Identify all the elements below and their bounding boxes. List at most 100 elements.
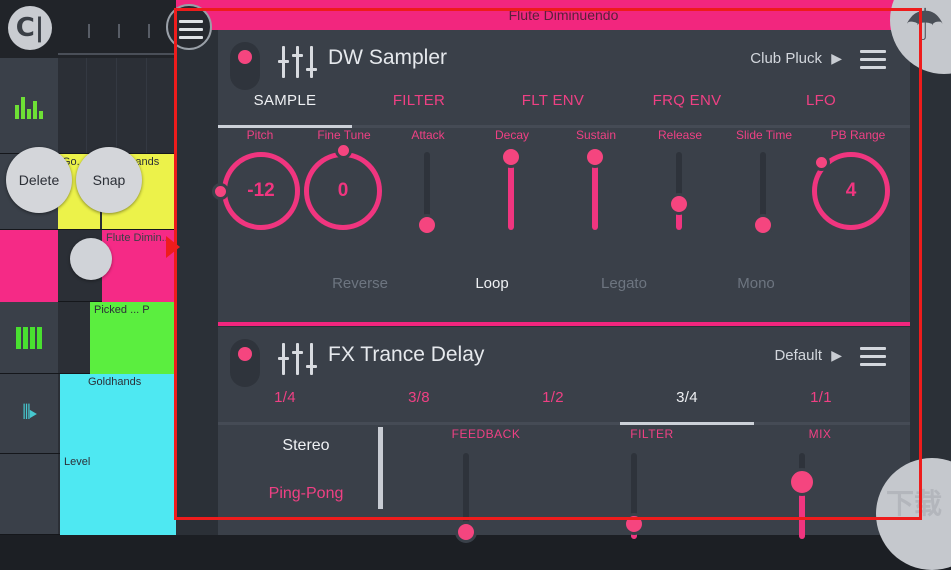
param-label-attack: Attack xyxy=(411,128,445,142)
audio-wave-icon: ⦀▸ xyxy=(22,402,38,424)
timeline-ruler[interactable] xyxy=(58,0,176,58)
fx-label-mix: MIX xyxy=(808,427,832,441)
fx-label-feedback: FEEDBACK xyxy=(451,427,521,441)
track-header[interactable] xyxy=(0,58,58,153)
delete-button[interactable]: Delete xyxy=(6,147,72,213)
page-title: Flute Diminuendo xyxy=(508,7,619,23)
knob-pb-range[interactable]: 4 xyxy=(812,152,890,230)
playlist-track[interactable]: Picked ... P xyxy=(0,302,176,374)
tab-flt-env[interactable]: FLT ENV xyxy=(486,92,620,109)
power-led-icon[interactable] xyxy=(230,339,260,387)
plugin-title: FX Trance Delay xyxy=(328,343,485,366)
tab-delay-1-2[interactable]: 1/2 xyxy=(486,389,620,406)
slider-mix[interactable] xyxy=(788,453,816,539)
sampler-tabs: SAMPLE FILTER FLT ENV FRQ ENV LFO xyxy=(218,92,910,128)
param-label-pitch: Pitch xyxy=(246,128,274,142)
slider-handle xyxy=(500,146,522,168)
param-label-sustain: Sustain xyxy=(575,128,617,142)
playlist-track[interactable] xyxy=(0,58,176,154)
slider-feedback[interactable] xyxy=(455,453,477,543)
slider-attack[interactable] xyxy=(416,152,438,236)
plugin-area: Flute Diminuendo DW Sampler Club Pluck ▶… xyxy=(176,0,951,543)
playlist-track[interactable]: ⦀▸ Goldhands xyxy=(0,374,176,454)
knob-handle xyxy=(813,154,830,171)
tab-delay-1-4[interactable]: 1/4 xyxy=(218,389,352,406)
playlist-knob-handle[interactable] xyxy=(70,238,112,280)
playlist-panel: C| Go... Flute Dimin... Picked ... P ⦀▸ … xyxy=(0,0,176,535)
piano-keys-icon xyxy=(16,326,42,349)
slider-handle xyxy=(584,146,606,168)
param-label-decay: Decay xyxy=(494,128,529,142)
knob-fine-tune[interactable]: 0 xyxy=(304,142,382,230)
tab-frq-env[interactable]: FRQ ENV xyxy=(620,92,754,109)
mixer-bars-icon xyxy=(15,93,43,119)
track-header[interactable] xyxy=(0,302,58,373)
clip[interactable] xyxy=(0,230,58,302)
ruler-baseline xyxy=(58,53,176,55)
tab-delay-3-8[interactable]: 3/8 xyxy=(352,389,486,406)
playlist-topbar: C| xyxy=(0,0,176,58)
tab-delay-1-1[interactable]: 1/1 xyxy=(754,389,888,406)
channel-title-bar: Flute Diminuendo xyxy=(176,0,951,30)
panel-divider xyxy=(218,322,910,326)
slider-slide-time[interactable] xyxy=(752,152,774,236)
power-led-icon[interactable] xyxy=(230,42,260,90)
download-watermark: 下载 xyxy=(886,487,943,520)
tab-underline-track xyxy=(218,422,910,425)
toggle-reverse[interactable]: Reverse xyxy=(294,275,426,292)
active-tab-indicator xyxy=(620,422,754,425)
playlist-track[interactable]: Level xyxy=(0,454,176,535)
track-header[interactable]: ⦀▸ xyxy=(0,374,58,453)
toggle-loop[interactable]: Loop xyxy=(426,275,558,292)
knob-pitch[interactable]: -12 xyxy=(212,152,300,230)
slider-decay[interactable] xyxy=(500,146,522,230)
fx-mode-stereo[interactable]: Stereo xyxy=(228,437,384,455)
toggle-mono[interactable]: Mono xyxy=(690,275,822,292)
param-label-fine-tune: Fine Tune xyxy=(317,128,371,142)
fx-mode-ping-pong[interactable]: Ping-Pong xyxy=(228,485,384,503)
param-label-slide-time: Slide Time xyxy=(735,128,793,142)
knob-handle xyxy=(335,142,352,159)
preset-name[interactable]: Default xyxy=(774,347,822,364)
fl-studio-fruit-icon: ☂ xyxy=(905,1,945,50)
slider-sustain[interactable] xyxy=(584,146,606,230)
tab-delay-3-4[interactable]: 3/4 xyxy=(620,389,754,406)
slider-handle xyxy=(668,193,690,215)
slider-filter[interactable] xyxy=(623,453,645,539)
chevron-right-icon[interactable]: ▶ xyxy=(831,50,842,67)
clip[interactable]: Goldhands xyxy=(60,374,176,454)
slider-release[interactable] xyxy=(668,152,690,230)
mixer-faders-icon xyxy=(278,343,317,375)
clip[interactable]: Level xyxy=(60,454,176,535)
hamburger-menu-icon[interactable] xyxy=(860,50,886,70)
mixer-faders-icon xyxy=(278,46,317,78)
chevron-right-icon[interactable]: ▶ xyxy=(831,347,842,364)
hamburger-menu-icon[interactable] xyxy=(860,347,886,367)
knob-value-fine-tune: 0 xyxy=(337,180,349,201)
fl-studio-logo-icon[interactable]: C| xyxy=(8,6,52,50)
tab-sample[interactable]: SAMPLE xyxy=(218,92,352,109)
track-header[interactable] xyxy=(0,454,58,534)
knob-handle xyxy=(212,183,229,200)
clip[interactable]: Flute Dimin... xyxy=(102,230,176,302)
snap-button[interactable]: Snap xyxy=(76,147,142,213)
fx-trance-delay-panel: FX Trance Delay Default ▶ 1/4 3/8 1/2 3/… xyxy=(218,327,910,543)
clip[interactable]: Picked ... P xyxy=(90,302,176,374)
slider-handle xyxy=(623,513,645,535)
delay-time-tabs: 1/4 3/8 1/2 3/4 1/1 xyxy=(218,389,910,425)
fl-studio-mobile-app: C| Go... Flute Dimin... Picked ... P ⦀▸ … xyxy=(0,0,951,570)
section-separator xyxy=(378,427,383,509)
tab-filter[interactable]: FILTER xyxy=(352,92,486,109)
track-lane[interactable] xyxy=(58,58,176,153)
plugin-title: DW Sampler xyxy=(328,46,448,69)
param-label-release: Release xyxy=(657,128,703,142)
sampler-header: DW Sampler Club Pluck ▶ xyxy=(218,30,910,92)
toggle-legato[interactable]: Legato xyxy=(558,275,690,292)
preset-name[interactable]: Club Pluck xyxy=(750,50,822,67)
slider-handle xyxy=(416,214,438,236)
slider-handle xyxy=(788,468,816,496)
tab-lfo[interactable]: LFO xyxy=(754,92,888,109)
knob-value-pitch: -12 xyxy=(247,180,275,201)
slider-handle xyxy=(455,521,477,543)
playlist-menu-button[interactable] xyxy=(166,4,212,50)
